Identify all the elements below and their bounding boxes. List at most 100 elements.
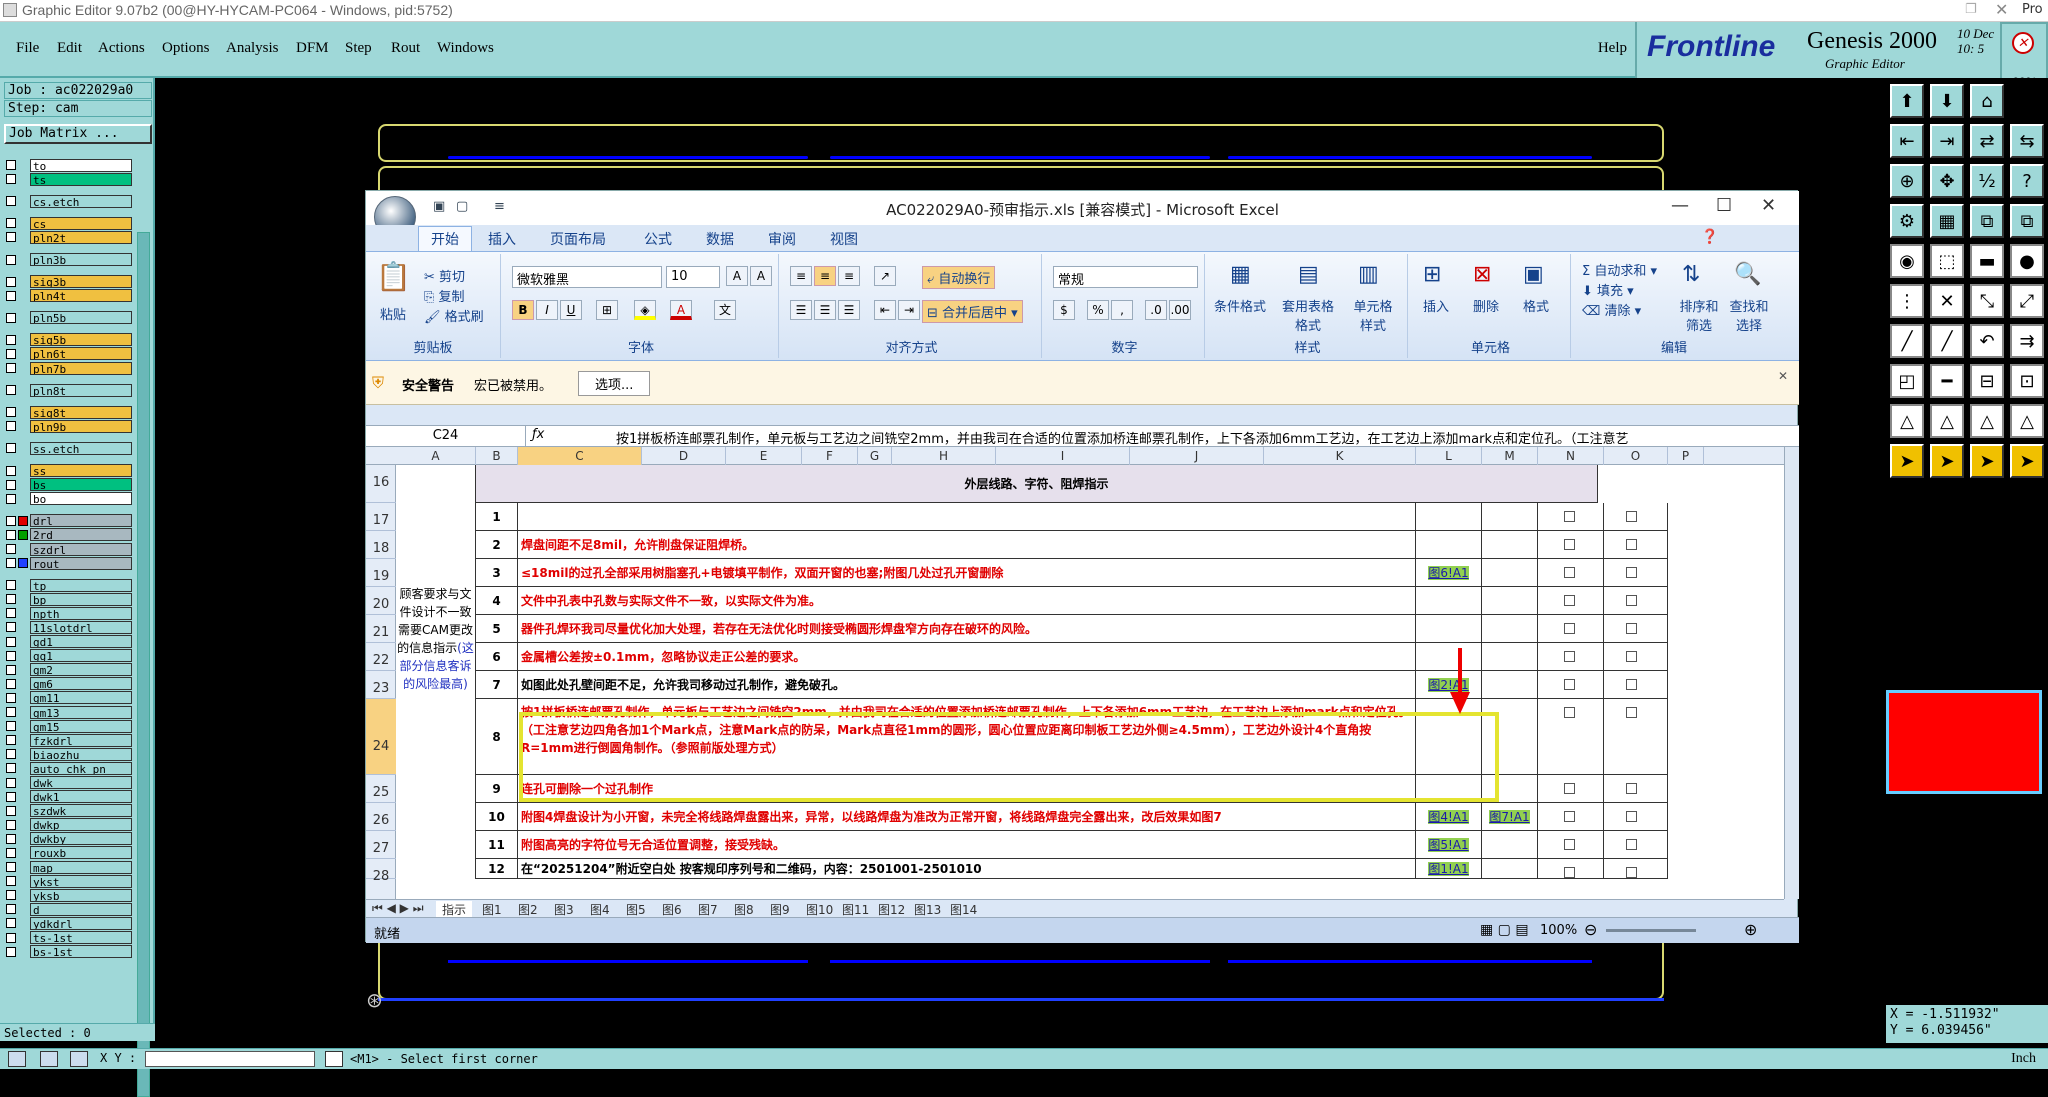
column-header[interactable]: C — [518, 447, 642, 465]
instruction-cell[interactable]: 附图高亮的字符位号无合适位置调整，接受残缺。 — [518, 831, 1416, 859]
security-options-button[interactable]: 选项... — [578, 371, 651, 396]
link-cell[interactable] — [1482, 615, 1538, 643]
layer-row[interactable]: pln2t — [4, 230, 132, 244]
tool-button-icon[interactable]: ✥ — [1930, 164, 1964, 198]
wrap-text-button[interactable]: ⤶ 自动换行 — [922, 266, 996, 289]
align-center-icon[interactable]: ☰ — [814, 300, 836, 320]
layer-row[interactable]: sig3b — [4, 275, 132, 289]
format-button[interactable]: 格式 — [1523, 296, 1549, 315]
layer-name[interactable]: bo — [30, 492, 132, 506]
name-box[interactable]: C24 — [366, 426, 526, 446]
paste-icon[interactable]: 📋 — [376, 260, 411, 293]
link-cell[interactable] — [1416, 615, 1482, 643]
hyperlink[interactable]: 图6!A1 — [1428, 566, 1469, 580]
column-header[interactable]: L — [1416, 447, 1482, 465]
item-number-cell[interactable]: 5 — [476, 615, 518, 643]
checkbox[interactable] — [1564, 511, 1575, 522]
checkbox[interactable] — [1626, 651, 1637, 662]
layer-checkbox[interactable] — [6, 465, 16, 476]
column-header[interactable]: E — [726, 447, 802, 465]
align-middle-icon[interactable]: ≡ — [814, 266, 836, 286]
instruction-cell[interactable]: 焊盘间距不足8mil，允许削盘保证阻焊桥。 — [518, 531, 1416, 559]
sheet-tab[interactable]: 图10 — [806, 901, 833, 918]
layer-checkbox[interactable] — [6, 805, 16, 816]
tool-button-icon[interactable]: ⧉ — [2010, 204, 2044, 238]
layer-checkbox[interactable] — [6, 932, 16, 943]
layer-checkbox[interactable] — [6, 763, 16, 774]
layer-checkbox[interactable] — [6, 334, 16, 345]
layer-checkbox[interactable] — [6, 735, 16, 746]
layer-name[interactable]: dwk — [30, 776, 132, 790]
zoom-in-icon[interactable]: ⊕ — [1744, 920, 1757, 939]
tool-button-icon[interactable]: ╱ — [1930, 324, 1964, 358]
layer-row[interactable]: pln4t — [4, 289, 132, 303]
layer-row[interactable]: rout — [4, 556, 132, 570]
link-cell[interactable]: 图1!A1 — [1416, 859, 1482, 879]
decrease-decimal-icon[interactable]: .00 — [1169, 300, 1191, 320]
layer-checkbox[interactable] — [6, 608, 16, 619]
item-number-cell[interactable]: 10 — [476, 803, 518, 831]
checkbox[interactable] — [1564, 811, 1575, 822]
row-header[interactable]: 23 — [366, 671, 396, 699]
phonetic-icon[interactable]: 文 — [714, 300, 736, 320]
vertical-scrollbar[interactable] — [1784, 447, 1799, 899]
row-header[interactable]: 26 — [366, 803, 396, 831]
link-cell[interactable] — [1482, 831, 1538, 859]
layer-row[interactable]: gg1 — [4, 649, 132, 663]
link-cell[interactable] — [1416, 587, 1482, 615]
currency-icon[interactable]: $ — [1053, 300, 1075, 320]
layer-checkbox[interactable] — [6, 312, 16, 323]
tool-button-icon[interactable]: ╱ — [1890, 324, 1924, 358]
decrease-indent-icon[interactable]: ⇤ — [874, 300, 896, 320]
font-color-icon[interactable]: A — [670, 300, 692, 320]
checkbox[interactable] — [1564, 839, 1575, 850]
layer-row[interactable]: gm2 — [4, 663, 132, 677]
sheet-tab[interactable]: 图7 — [698, 901, 718, 918]
layer-checkbox[interactable] — [6, 385, 16, 396]
sheet-tab[interactable]: 图12 — [878, 901, 905, 918]
layer-name[interactable]: pln6t — [30, 347, 132, 361]
layer-name[interactable]: gm6 — [30, 677, 132, 691]
tool-button-icon[interactable]: ⇉ — [2010, 324, 2044, 358]
layer-checkbox[interactable] — [6, 290, 16, 301]
layer-row[interactable]: szdrl — [4, 542, 132, 556]
layer-name[interactable]: gm13 — [30, 705, 132, 719]
tool-button-icon[interactable]: ⬚ — [1930, 244, 1964, 278]
ribbon-tab[interactable]: 视图 — [830, 229, 858, 249]
cell-style-button[interactable]: 单元格样式 — [1348, 296, 1398, 334]
measure-tool-icon[interactable] — [40, 1051, 58, 1067]
hyperlink[interactable]: 图5!A1 — [1428, 838, 1469, 852]
sheet-tab[interactable]: 图5 — [626, 901, 646, 918]
layer-row[interactable]: gm15 — [4, 719, 132, 733]
layer-row[interactable]: rouxb — [4, 846, 132, 860]
layer-checkbox[interactable] — [6, 862, 16, 873]
menu-analysis[interactable]: Analysis — [226, 40, 279, 57]
layer-name[interactable]: szdwk — [30, 804, 132, 818]
layer-row[interactable]: to — [4, 158, 132, 172]
layer-row[interactable]: biaozhu — [4, 747, 132, 761]
checkbox[interactable] — [1564, 867, 1575, 878]
increase-indent-icon[interactable]: ⇥ — [898, 300, 920, 320]
layer-checkbox[interactable] — [6, 276, 16, 287]
tool-button-icon[interactable]: ⤢ — [2010, 284, 2044, 318]
layer-checkbox[interactable] — [6, 791, 16, 802]
item-number-cell[interactable]: 9 — [476, 775, 518, 803]
layer-row[interactable]: sig8t — [4, 405, 132, 419]
row-header[interactable]: 19 — [366, 559, 396, 587]
stop-icon[interactable]: ✕ — [2012, 32, 2034, 54]
tool-button-icon[interactable]: ↶ — [1970, 324, 2004, 358]
link-cell[interactable] — [1482, 559, 1538, 587]
find-icon[interactable]: 🔍 — [1734, 262, 1761, 287]
item-number-cell[interactable]: 11 — [476, 831, 518, 859]
tool-button-icon[interactable]: ◰ — [1890, 364, 1924, 398]
xy-input[interactable] — [145, 1051, 315, 1067]
layer-name[interactable]: szdrl — [30, 542, 132, 556]
formula-input[interactable]: 按1拼板桥连邮票孔制作，单元板与工艺边之间铣空2mm，并由我司在合适的位置添加桥… — [616, 428, 1766, 447]
layer-row[interactable]: ts-1st — [4, 931, 132, 945]
paste-button[interactable]: 粘贴 — [380, 304, 406, 323]
tool-button-icon[interactable]: △ — [1930, 404, 1964, 438]
column-header[interactable]: J — [1130, 447, 1264, 465]
layer-row[interactable]: tp — [4, 578, 132, 592]
shrink-font-icon[interactable]: A — [750, 266, 772, 286]
layer-name[interactable]: gm2 — [30, 663, 132, 677]
